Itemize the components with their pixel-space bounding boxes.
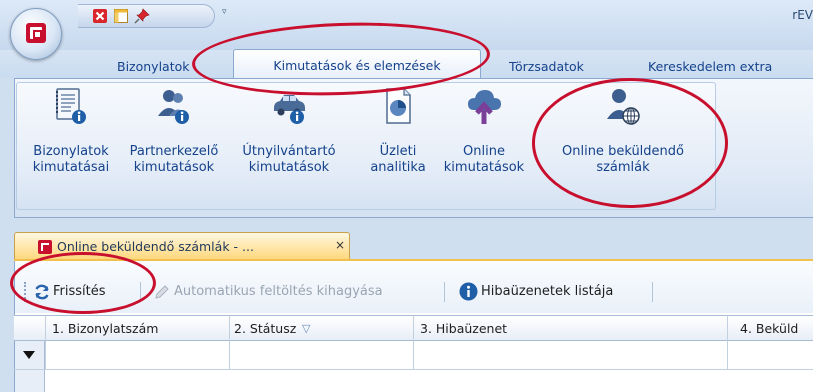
window-title: rEV: [792, 8, 813, 22]
tab-label: Kimutatások és elemzések: [273, 58, 441, 73]
button-label-line2: kimutatások: [133, 160, 215, 175]
button-label-line2: kimutatások: [248, 160, 330, 175]
document-info-icon: [56, 88, 86, 124]
users-info-icon: [158, 90, 189, 124]
bizonylatok-kimutatasai-button[interactable]: Bizonylatok kimutatásai: [22, 86, 120, 176]
button-label-line1: Útnyilvántartó: [242, 144, 336, 159]
online-kimutatasok-button[interactable]: Online kimutatások: [432, 86, 536, 176]
grid-column-divider: [727, 315, 728, 370]
uzleti-analitika-button[interactable]: Üzleti analitika: [362, 86, 434, 176]
button-label-line2: kimutatások: [443, 160, 525, 175]
button-label-line2: kimutatásai: [32, 160, 110, 175]
refresh-label: Frissítés: [53, 284, 106, 299]
button-label-line1: Üzleti: [379, 144, 417, 159]
column-header-hibauzenet[interactable]: 3. Hibaüzenet: [420, 321, 507, 336]
document-tab-online-bekuldendo-szamlak[interactable]: Online beküldendő számlák - ... ×: [14, 232, 350, 260]
grid-row-line: [14, 369, 813, 370]
error-list-label: Hibaüzenetek listája: [481, 284, 614, 299]
quick-access-toolbar: [78, 4, 215, 28]
row-pointer-icon: [23, 351, 35, 359]
app-logo-icon: [38, 240, 52, 254]
button-label-line1: Bizonylatok: [33, 144, 109, 159]
tab-torzsadatok[interactable]: Törzsadatok: [509, 56, 584, 78]
toolbar-separator: [652, 282, 653, 302]
grid-column-divider: [229, 315, 230, 370]
document-toolbar: [14, 261, 813, 313]
tab-kimutatasok-es-elemzesek[interactable]: Kimutatások és elemzések: [233, 49, 481, 79]
button-label-line1: Partnerkezelő: [129, 144, 219, 159]
button-label-line1: Online beküldendő: [562, 144, 684, 159]
window-layout-icon[interactable]: [113, 8, 129, 24]
row-indicator-column: [15, 370, 45, 392]
pencil-icon: [155, 285, 169, 299]
info-icon: [459, 282, 478, 301]
user-globe-icon: [607, 89, 640, 125]
cloud-upload-icon: [468, 90, 501, 124]
app-logo-icon: [26, 23, 46, 43]
tab-kereskedelem-extra[interactable]: Kereskedelem extra: [648, 56, 772, 78]
car-info-icon: [274, 95, 305, 124]
toolbar-separator: [140, 282, 141, 302]
button-label-line2: analitika: [370, 160, 426, 175]
document-tab-label: Online beküldendő számlák - ...: [57, 239, 254, 254]
online-bekuldendo-szamlak-button[interactable]: Online beküldendő számlák: [548, 86, 698, 176]
button-label-line1: Online: [463, 144, 505, 159]
skip-auto-upload-label: Automatikus feltöltés kihagyása: [174, 284, 383, 299]
toolbar-grip[interactable]: [24, 282, 29, 302]
column-header-bizonylatszam[interactable]: 1. Bizonylatszám: [52, 321, 158, 336]
refresh-icon: [35, 284, 49, 300]
close-tab-icon[interactable]: ×: [335, 238, 345, 252]
filter-icon[interactable]: ▽: [302, 322, 310, 335]
quick-access-dropdown-icon[interactable]: ▿: [222, 7, 227, 17]
application-menu-button[interactable]: [10, 8, 62, 60]
button-label-line2: számlák: [596, 160, 650, 175]
pin-icon[interactable]: [134, 8, 150, 24]
pie-chart-icon: [386, 88, 411, 124]
row-indicator: [15, 341, 45, 370]
column-header-statusz[interactable]: 2. Státusz: [234, 321, 296, 336]
tab-bizonylatok[interactable]: Bizonylatok: [117, 56, 190, 78]
column-header-bekuldes[interactable]: 4. Beküld: [740, 321, 798, 336]
grid-column-divider: [413, 315, 414, 370]
utnyilvantarto-kimutatasok-button[interactable]: Útnyilvántartó kimutatások: [239, 86, 339, 176]
grid-column-divider: [45, 315, 46, 370]
close-window-icon[interactable]: [92, 8, 108, 24]
partnerkezelo-kimutatasok-button[interactable]: Partnerkezelő kimutatások: [120, 86, 228, 176]
toolbar-separator: [444, 282, 445, 302]
